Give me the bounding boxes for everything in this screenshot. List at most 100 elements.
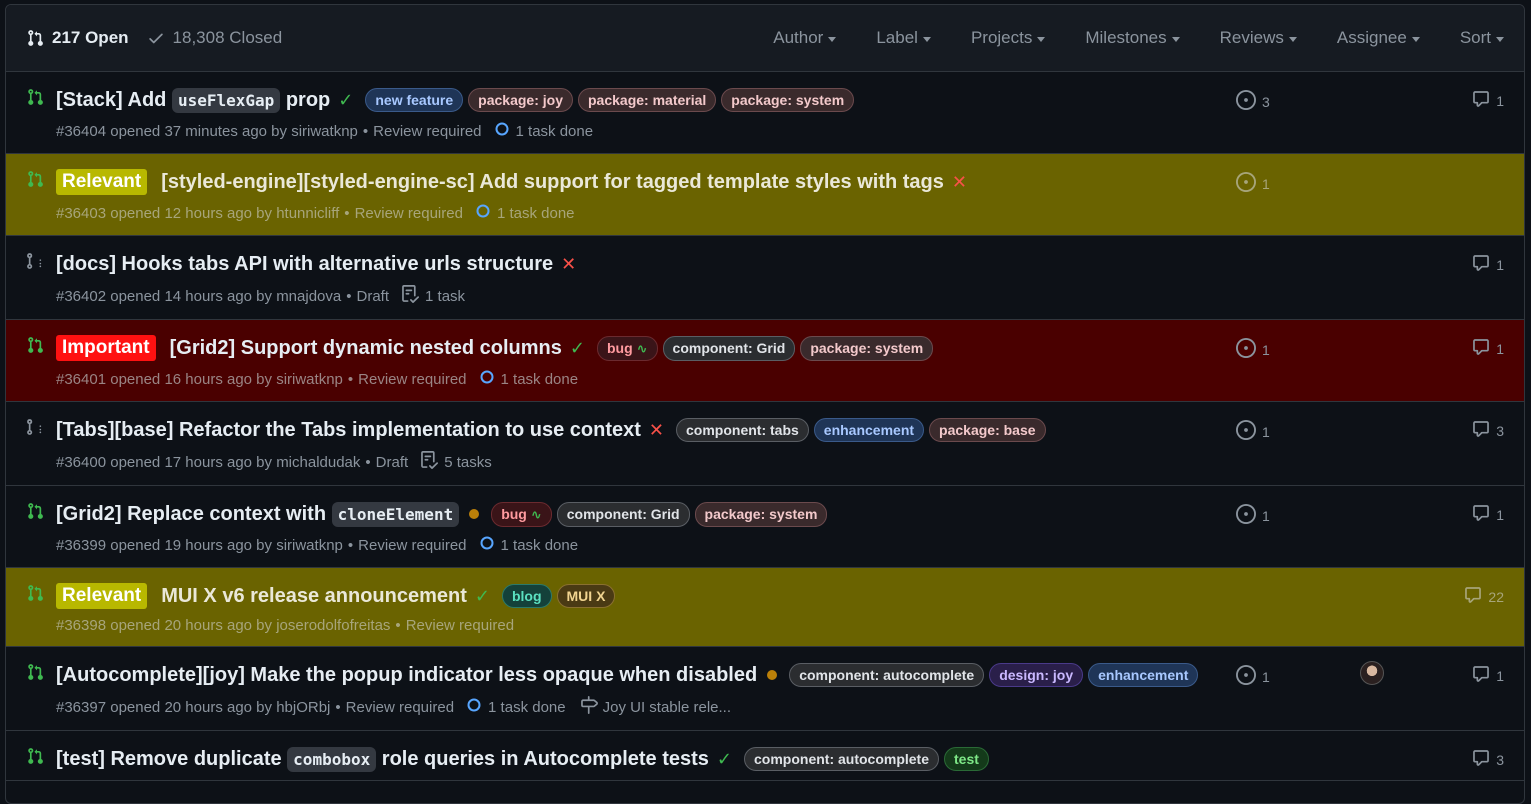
pr-title-link[interactable]: [Tabs][base] Refactor the Tabs implement…	[56, 419, 641, 442]
task-progress[interactable]: 1 task done	[494, 121, 593, 141]
state-toggles: 217 Open 18,308 Closed	[26, 28, 282, 48]
label-package-base[interactable]: package: base	[929, 418, 1046, 442]
closed-filter[interactable]: 18,308 Closed	[147, 28, 283, 48]
label-component-autocomplete[interactable]: component: autocomplete	[789, 663, 985, 687]
author-filter[interactable]: Author	[773, 28, 837, 48]
checks-failed-icon[interactable]: ✕	[649, 420, 664, 441]
review-status[interactable]: Review required	[355, 205, 463, 222]
pr-row: [Tabs][base] Refactor the Tabs implement…	[6, 402, 1524, 486]
label-package-material[interactable]: package: material	[578, 88, 717, 112]
assignee-avatar[interactable]	[1360, 661, 1384, 685]
task-text: 1 task done	[496, 204, 575, 222]
review-status[interactable]: Review required	[406, 617, 514, 634]
checks-failed-icon[interactable]: ✕	[952, 172, 967, 193]
label-package-system[interactable]: package: system	[721, 88, 855, 112]
task-progress[interactable]: 1 task done	[466, 697, 566, 717]
task-progress[interactable]: 1 task	[401, 285, 465, 307]
opened-info: #36404 opened 37 minutes ago by siriwatk…	[56, 122, 358, 140]
comment-count: 1	[1496, 506, 1504, 523]
task-progress[interactable]: 1 task done	[475, 203, 575, 223]
comment-count: 1	[1496, 340, 1504, 357]
review-status[interactable]: Review required	[358, 537, 466, 554]
comment-icon	[1472, 504, 1496, 525]
linked-issues[interactable]: 3	[1236, 90, 1270, 113]
label-list: component: tabs enhancement package: base	[676, 418, 1046, 442]
comments-link[interactable]: 22	[1464, 586, 1504, 607]
checks-passed-icon[interactable]: ✓	[475, 586, 490, 607]
label-design-joy[interactable]: design: joy	[989, 663, 1084, 687]
comments-link[interactable]: 3	[1472, 420, 1504, 441]
linked-issues[interactable]: 1	[1236, 504, 1270, 527]
title-text: role queries in Autocomplete tests	[376, 747, 709, 770]
label-component-autocomplete[interactable]: component: autocomplete	[744, 747, 940, 771]
comment-icon	[1472, 749, 1496, 770]
label-component-tabs[interactable]: component: tabs	[676, 418, 809, 442]
label-text: enhancement	[1098, 667, 1189, 683]
assignee-filter[interactable]: Assignee	[1337, 28, 1420, 48]
label-enhancement[interactable]: enhancement	[1088, 663, 1199, 687]
opened-info: #36403 opened 12 hours ago by htunniclif…	[56, 204, 340, 222]
meta-separator: •	[347, 536, 354, 554]
pr-title-link[interactable]: MUI X v6 release announcement	[161, 585, 467, 608]
checks-pending-icon[interactable]	[767, 670, 778, 680]
open-pull-request-icon	[26, 502, 44, 525]
open-filter[interactable]: 217 Open	[26, 28, 129, 48]
review-status[interactable]: Review required	[346, 699, 454, 716]
linked-issues[interactable]: 1	[1236, 338, 1270, 361]
milestone-link[interactable]: Joy UI stable rele...	[580, 696, 731, 718]
checks-pending-icon[interactable]	[469, 509, 480, 519]
label-list: bug ∿ component: Grid package: system	[491, 501, 828, 527]
label-blog[interactable]: blog	[501, 584, 552, 608]
checks-passed-icon[interactable]: ✓	[717, 749, 732, 770]
caret-down-icon	[1171, 36, 1180, 42]
label-package-system[interactable]: package: system	[694, 501, 828, 527]
projects-filter[interactable]: Projects	[971, 28, 1046, 48]
sort-filter[interactable]: Sort	[1460, 28, 1504, 48]
task-progress[interactable]: 1 task done	[479, 369, 578, 389]
linked-issues[interactable]: 1	[1236, 172, 1270, 195]
label-bug[interactable]: bug ∿	[596, 335, 658, 361]
comments-link[interactable]: 1	[1472, 90, 1504, 111]
label-new-feature[interactable]: new feature	[365, 88, 464, 112]
pr-title-link[interactable]: [styled-engine][styled-engine-sc] Add su…	[161, 171, 944, 194]
inline-code: useFlexGap	[171, 87, 281, 113]
label-component-grid[interactable]: component: Grid	[556, 501, 690, 527]
task-progress[interactable]: 5 tasks	[420, 451, 492, 473]
linked-issues[interactable]: 1	[1236, 420, 1270, 443]
label-filter[interactable]: Label	[876, 28, 931, 48]
checks-failed-icon[interactable]: ✕	[561, 254, 576, 275]
comment-icon	[1472, 665, 1496, 686]
comments-link[interactable]: 1	[1472, 254, 1504, 275]
label-package-system[interactable]: package: system	[800, 335, 934, 361]
pr-title-link[interactable]: [Grid2] Replace context with cloneElemen…	[56, 501, 460, 527]
label-mui-x[interactable]: MUI X	[556, 584, 616, 608]
review-status[interactable]: Review required	[373, 123, 481, 140]
pr-title-link[interactable]: [test] Remove duplicate combobox role qu…	[56, 746, 709, 772]
linked-issues[interactable]: 1	[1236, 665, 1270, 688]
comments-link[interactable]: 3	[1472, 749, 1504, 770]
pr-title-link[interactable]: [Grid2] Support dynamic nested columns	[170, 337, 562, 360]
label-text: bug	[501, 505, 527, 522]
pr-title-link[interactable]: [Autocomplete][joy] Make the popup indic…	[56, 664, 757, 687]
comments-link[interactable]: 1	[1472, 338, 1504, 359]
label-test[interactable]: test	[944, 747, 989, 771]
label-bug[interactable]: bug ∿	[491, 501, 552, 527]
pr-title-link[interactable]: [Stack] Add useFlexGap prop	[56, 87, 330, 113]
label-package-joy[interactable]: package: joy	[468, 88, 573, 112]
pr-row: Relevant [styled-engine][styled-engine-sc…	[6, 154, 1524, 236]
comments-link[interactable]: 1	[1472, 504, 1504, 525]
review-status[interactable]: Review required	[358, 371, 466, 388]
label-text: component: Grid	[672, 339, 786, 356]
closed-count: 18,308 Closed	[172, 28, 283, 47]
checks-passed-icon[interactable]: ✓	[338, 90, 353, 111]
label-enhancement[interactable]: enhancement	[813, 418, 925, 442]
pr-title-link[interactable]: [docs] Hooks tabs API with alternative u…	[56, 253, 553, 276]
milestones-filter[interactable]: Milestones	[1085, 28, 1180, 48]
linked-issues-count: 1	[1262, 668, 1270, 685]
task-progress[interactable]: 1 task done	[479, 535, 578, 555]
check-icon	[148, 33, 163, 44]
comments-link[interactable]: 1	[1472, 665, 1504, 686]
checks-passed-icon[interactable]: ✓	[570, 338, 585, 359]
reviews-filter[interactable]: Reviews	[1220, 28, 1297, 48]
label-component-grid[interactable]: component: Grid	[662, 335, 796, 361]
